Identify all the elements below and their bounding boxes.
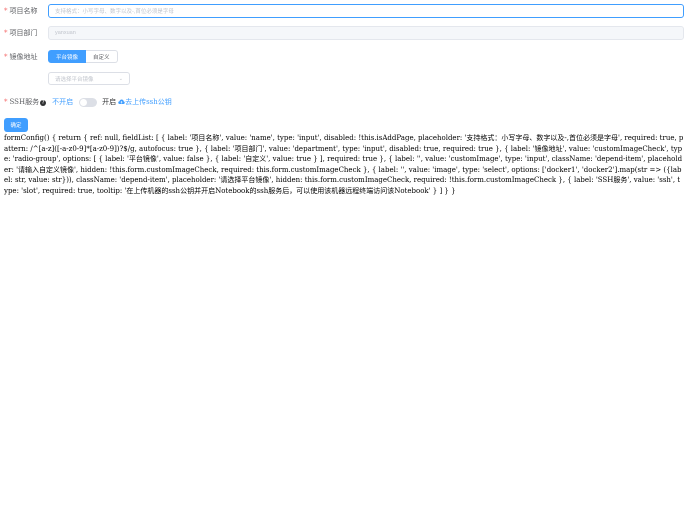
name-placeholder: 支持格式：小写字母、数字以及-,首位必须是字母: [55, 9, 174, 15]
ssh-label-text: SSH服务: [9, 98, 40, 106]
required-mark: *: [4, 98, 8, 106]
upload-cloud-icon: [118, 99, 125, 104]
ssh-label: * SSH服务?: [0, 97, 48, 107]
form-row-department: * 项目部门 yanxuan: [0, 26, 684, 40]
department-label-text: 项目部门: [9, 29, 38, 37]
toggle-knob: [80, 98, 88, 106]
form-row-name: * 项目名称 支持格式：小写字母、数字以及-,首位必须是字母: [0, 4, 684, 18]
department-label: * 项目部门: [0, 28, 48, 38]
required-mark: *: [4, 29, 8, 37]
name-label: * 项目名称: [0, 6, 48, 16]
platform-image-select[interactable]: 请选择平台镜像 ⌄: [48, 72, 130, 85]
name-input[interactable]: 支持格式：小写字母、数字以及-,首位必须是字母: [48, 4, 684, 18]
upload-ssh-key-link[interactable]: 去上传ssh公钥: [118, 97, 172, 107]
image-label-text: 镜像地址: [9, 52, 38, 61]
department-value: yanxuan: [55, 30, 76, 36]
form-row-image-select: 请选择平台镜像 ⌄: [48, 72, 130, 85]
ssh-off-label[interactable]: 不开启: [52, 97, 73, 107]
submit-button[interactable]: 确定: [4, 118, 28, 132]
form-config-code: formConfig() { return { ref: null, field…: [4, 134, 684, 195]
required-mark: *: [4, 52, 8, 61]
form-row-image: * 镜像地址 平台镜像 自定义: [0, 50, 118, 63]
page: * 项目名称 支持格式：小写字母、数字以及-,首位必须是字母 * 项目部门 yanx…: [0, 0, 688, 512]
upload-ssh-key-text: 去上传ssh公钥: [125, 98, 172, 106]
question-icon[interactable]: ?: [40, 100, 47, 106]
select-placeholder: 请选择平台镜像: [55, 76, 94, 83]
radio-platform-image[interactable]: 平台镜像: [48, 50, 87, 63]
radio-custom-image[interactable]: 自定义: [86, 50, 118, 63]
ssh-toggle[interactable]: [79, 97, 98, 107]
image-radio-group: 平台镜像 自定义: [48, 50, 118, 63]
department-input[interactable]: yanxuan: [48, 26, 684, 40]
name-label-text: 项目名称: [9, 7, 38, 15]
image-label: * 镜像地址: [0, 52, 48, 62]
chevron-down-icon: ⌄: [118, 75, 123, 82]
ssh-on-label[interactable]: 开启: [102, 97, 116, 107]
form-row-ssh: * SSH服务? 不开启 开启 去上传ssh公钥: [0, 97, 172, 107]
required-mark: *: [4, 7, 8, 15]
